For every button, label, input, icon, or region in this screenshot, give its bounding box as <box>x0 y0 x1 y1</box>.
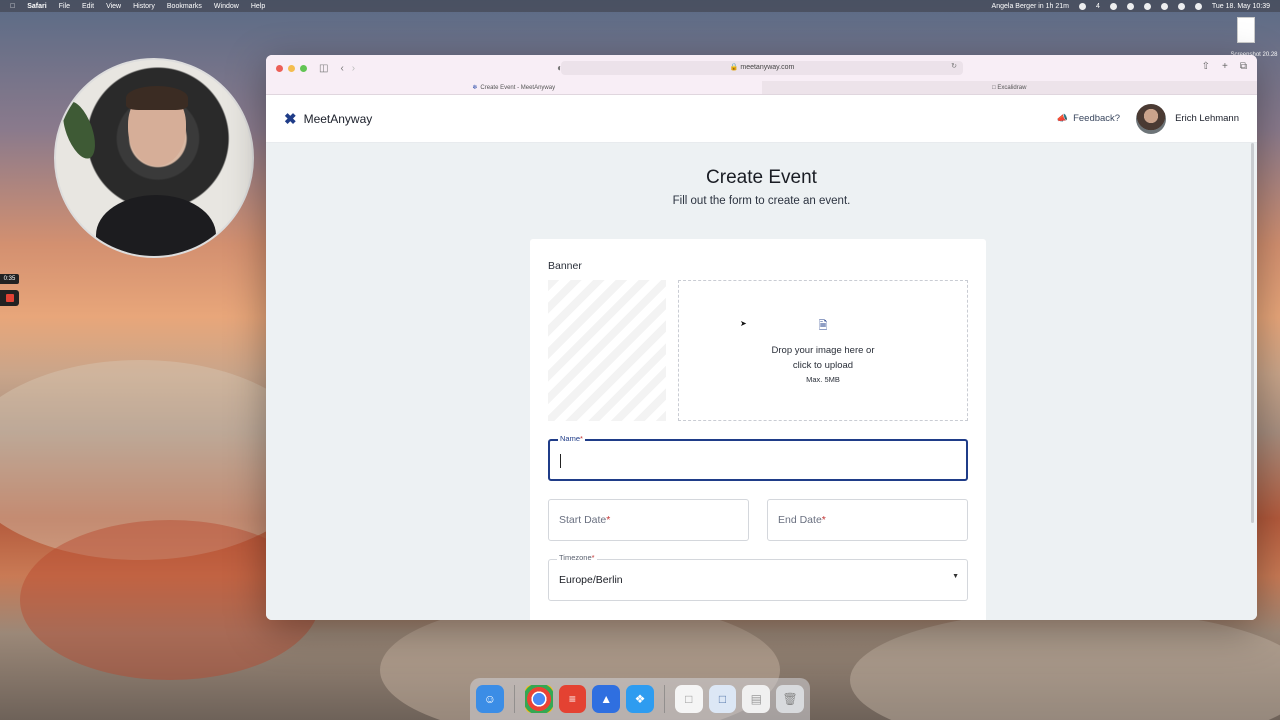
megaphone-icon: 📣 <box>1056 113 1069 123</box>
address-bar-url: meetanyway.com <box>740 64 795 71</box>
bluetooth-icon[interactable] <box>1160 2 1168 10</box>
tab-create-event[interactable]: ❄ Create Event - MeetAnyway <box>266 81 762 94</box>
presenter-body <box>96 195 216 256</box>
avatar[interactable] <box>1136 103 1167 134</box>
volume-icon[interactable] <box>1126 2 1134 10</box>
header-actions: 📣 Feedback? Erich Lehmann <box>1057 103 1239 134</box>
downloads-stack-icon[interactable]: □ <box>708 685 737 713</box>
apple-icon[interactable]:  <box>10 3 15 10</box>
meetanyway-logo-icon: ✖ <box>284 110 297 128</box>
documents-stack-icon[interactable]: ▤ <box>742 685 771 713</box>
menu-bar:  Safari File Edit View History Bookmark… <box>0 0 1280 12</box>
control-center-icon[interactable] <box>1194 2 1202 10</box>
address-bar[interactable]: 🔒 meetanyway.com <box>561 61 963 75</box>
end-date-field[interactable]: End Date* <box>767 499 968 541</box>
menu-view[interactable]: View <box>106 3 121 10</box>
wallpaper-rock <box>850 610 1280 720</box>
start-date-placeholder: Start Date* <box>559 514 611 526</box>
moon-icon[interactable] <box>1109 2 1117 10</box>
menu-clock[interactable]: Tue 18. May 10:39 <box>1212 3 1270 10</box>
search-icon[interactable] <box>1177 2 1185 10</box>
menu-edit[interactable]: Edit <box>82 3 94 10</box>
sidebar-toggle-icon[interactable]: ◫ <box>319 63 328 74</box>
menu-file[interactable]: File <box>59 3 70 10</box>
dock: ☺ ≡ ▲ ❖ □ □ ▤ 🗑 <box>470 678 810 720</box>
plant-leaf <box>56 97 102 163</box>
banner-label: Banner <box>548 260 582 272</box>
menu-help[interactable]: Help <box>251 3 265 10</box>
browser-window: ◫ ‹ › ◐ 🔒 meetanyway.com ↻ ⇧ + ⧉ ❄Create… <box>266 55 1257 620</box>
tab-bar: ❄ Create Event - MeetAnyway □ Excalidraw <box>266 81 1257 95</box>
brand-logo[interactable]: ✖ MeetAnyway <box>284 110 372 128</box>
feedback-label: Feedback? <box>1073 113 1121 124</box>
webcam-overlay <box>54 58 254 258</box>
menu-bookmarks[interactable]: Bookmarks <box>167 3 202 10</box>
banner-dropzone[interactable]: 🗎 Drop your image here or click to uploa… <box>678 280 968 421</box>
stop-recording-button[interactable] <box>0 290 19 306</box>
toolbar-actions: ⇧ + ⧉ <box>1202 61 1247 72</box>
close-window-button[interactable] <box>276 64 283 72</box>
desktop-screenshot-file-icon[interactable] <box>1237 17 1255 43</box>
feedback-button[interactable]: 📣 Feedback? <box>1057 113 1120 124</box>
file-upload-icon: 🗎 <box>818 320 828 332</box>
forward-arrow-icon[interactable]: › <box>352 63 355 74</box>
name-label: Name* <box>558 434 585 443</box>
dock-separator <box>513 685 515 713</box>
timezone-value: Europe/Berlin <box>559 574 623 586</box>
chevron-down-icon: ▼ <box>952 573 959 580</box>
wifi-icon[interactable] <box>1143 2 1151 10</box>
share-icon[interactable]: ⇧ <box>1202 61 1210 72</box>
menu-history[interactable]: History <box>133 3 155 10</box>
tab-title: Excalidraw <box>997 85 1027 91</box>
create-event-form: Banner 🗎 Drop your image here or click t… <box>530 239 986 620</box>
zoom-window-button[interactable] <box>300 64 307 72</box>
menu-app-name[interactable]: Safari <box>27 3 46 10</box>
tab-overview-icon[interactable]: ⧉ <box>1240 61 1247 72</box>
translate-reload-icon[interactable]: ↻ <box>951 62 957 70</box>
brand-name: MeetAnyway <box>303 111 373 126</box>
minimize-window-button[interactable] <box>288 64 295 72</box>
page-title: Create Event <box>706 167 817 188</box>
banner-preview-placeholder <box>548 280 666 421</box>
document-icon[interactable]: □ <box>674 685 703 713</box>
timezone-label: Timezone* <box>557 553 597 562</box>
lock-icon: 🔒 <box>729 64 741 71</box>
dropzone-text-line2: click to upload <box>792 360 854 371</box>
end-date-placeholder: End Date* <box>778 514 826 526</box>
user-name[interactable]: Erich Lehmann <box>1175 113 1239 124</box>
calendar-event-status[interactable]: Angela Berger in 1h 21m <box>992 3 1069 10</box>
back-arrow-icon[interactable]: ‹ <box>340 63 343 74</box>
timezone-select[interactable]: Timezone* Europe/Berlin ▼ <box>548 553 968 601</box>
browser-toolbar: ◫ ‹ › ◐ 🔒 meetanyway.com ↻ ⇧ + ⧉ <box>266 55 1257 81</box>
dropzone-max-size: Max. 5MB <box>806 375 840 384</box>
name-field[interactable]: Name* <box>548 434 968 481</box>
menu-window[interactable]: Window <box>214 3 239 10</box>
app-header: ✖ MeetAnyway 📣 Feedback? Erich Lehmann <box>266 95 1257 143</box>
dropzone-text-line1: Drop your image here or <box>771 345 875 356</box>
tab-excalidraw[interactable]: □ Excalidraw <box>762 81 1258 94</box>
recording-timer: 0:35 <box>0 274 19 284</box>
notification-badge[interactable]: 4 <box>1096 3 1100 10</box>
mouse-pointer-icon: ➤ <box>740 319 747 328</box>
page-subtitle: Fill out the form to create an event. <box>672 195 851 207</box>
main-content: Create Event Fill out the form to create… <box>266 143 1257 620</box>
start-date-field[interactable]: Start Date* <box>548 499 749 541</box>
text-caret <box>560 454 561 468</box>
trash-icon[interactable]: 🗑 <box>776 685 804 713</box>
dock-separator <box>663 685 665 713</box>
window-controls <box>276 64 307 72</box>
safari-icon[interactable]: ❖ <box>626 685 654 713</box>
chrome-icon[interactable] <box>524 685 553 713</box>
settings-icon[interactable] <box>1078 2 1086 10</box>
testflight-icon[interactable]: ▲ <box>592 685 621 713</box>
finder-icon[interactable]: ☺ <box>476 685 504 713</box>
new-tab-icon[interactable]: + <box>1222 61 1228 72</box>
presenter-hair <box>126 86 188 110</box>
tab-title: Create Event - MeetAnyway <box>480 85 556 91</box>
todoist-icon[interactable]: ≡ <box>558 685 587 713</box>
meetanyway-favicon-icon: ❄ <box>472 85 478 91</box>
